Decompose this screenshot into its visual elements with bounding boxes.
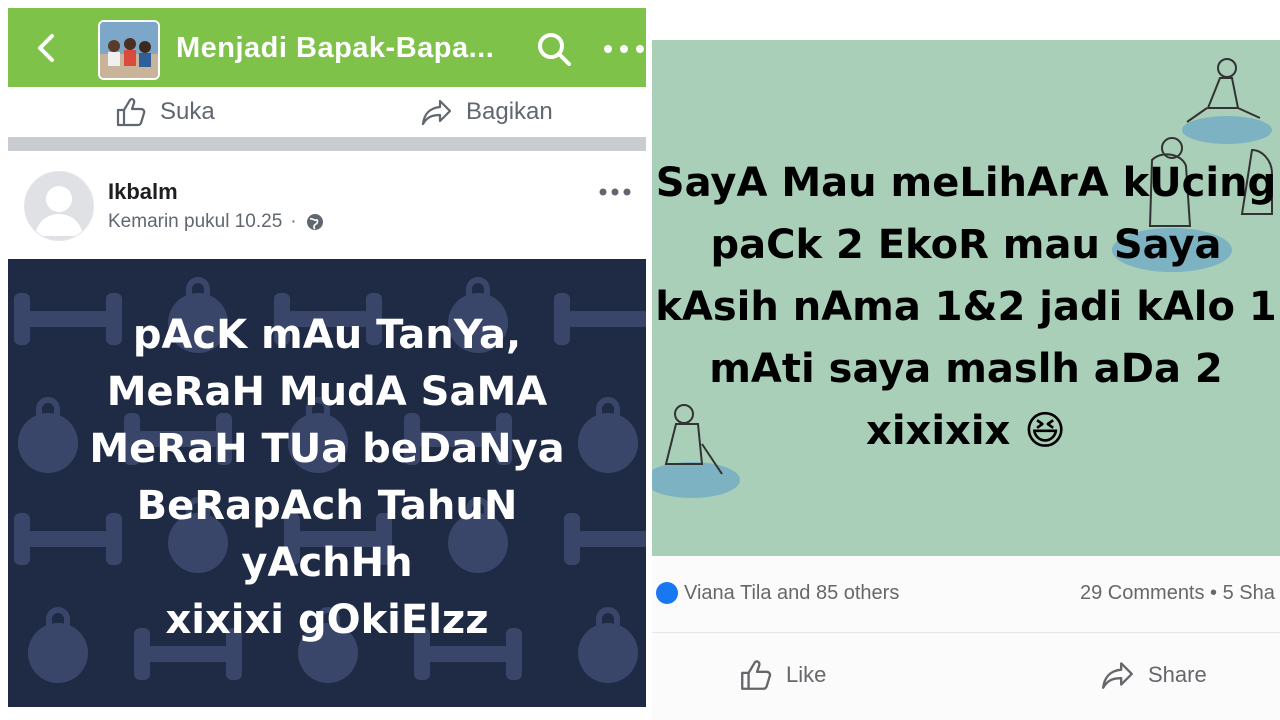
post-time[interactable]: Kemarin pukul 10.25	[108, 211, 282, 233]
top-strip	[652, 0, 1280, 40]
post-header: Ikbalm Kemarin pukul 10.25 ·	[8, 151, 646, 259]
feed-separator	[8, 137, 646, 151]
left-screenshot: Menjadi Bapak-Bapa... Suka Bagikan Ikbal…	[0, 0, 652, 720]
meta-separator: ·	[290, 211, 297, 232]
share-button[interactable]: Bagikan	[420, 95, 553, 129]
group-photo-icon	[100, 22, 158, 78]
status-background-card: pAcK mAu TanYa, MeRaH MudA SaMA MeRaH TU…	[8, 259, 646, 707]
like-button[interactable]: Suka	[114, 95, 215, 129]
reaction-names[interactable]: Viana Tila and 85 others	[684, 582, 899, 605]
post-actions-row: Suka Bagikan	[8, 87, 646, 137]
right-screenshot: SayA Mau meLihArA kUcing paCk 2 EkoR mau…	[652, 0, 1280, 720]
like-button[interactable]: Like	[738, 655, 826, 695]
status-background-card: SayA Mau meLihArA kUcing paCk 2 EkoR mau…	[652, 40, 1280, 556]
divider	[652, 632, 1280, 633]
status-line: kAsih nAma 1&2 jadi kAlo 1	[655, 284, 1277, 330]
post-more-icon[interactable]	[598, 183, 632, 201]
share-button[interactable]: Share	[1100, 655, 1207, 695]
status-line: yAchHh	[241, 540, 413, 586]
comment-share-counts[interactable]: 29 Comments • 5 Sha	[1080, 582, 1275, 605]
share-arrow-icon	[1102, 662, 1133, 689]
status-line: xixixi gOkiElzz	[165, 597, 489, 643]
default-avatar-icon	[35, 186, 83, 236]
share-label: Bagikan	[466, 98, 553, 125]
post-author[interactable]: Ikbalm	[108, 179, 178, 205]
globe-icon	[306, 214, 323, 230]
like-label: Like	[786, 662, 827, 687]
group-title[interactable]: Menjadi Bapak-Bapa...	[176, 32, 494, 65]
like-reaction-icon	[656, 582, 678, 604]
thumbs-up-icon	[116, 98, 146, 127]
status-line: xixixix 😆	[866, 408, 1066, 454]
like-label: Suka	[160, 98, 215, 125]
search-icon[interactable]	[535, 30, 573, 68]
share-label: Share	[1148, 662, 1207, 687]
status-line: SayA Mau meLihArA kUcing	[655, 160, 1277, 206]
reactions-bar: Viana Tila and 85 others 29 Comments • 5…	[652, 572, 1280, 616]
share-arrow-icon	[421, 99, 452, 126]
avatar[interactable]	[24, 171, 94, 241]
status-text: SayA Mau meLihArA kUcing paCk 2 EkoR mau…	[652, 152, 1280, 462]
status-line: pAcK mAu TanYa,	[132, 312, 522, 358]
more-options-icon[interactable]	[602, 38, 646, 60]
status-line: BeRapAch TahuN	[136, 483, 518, 529]
status-line: mAti saya maslh aDa 2	[709, 346, 1223, 392]
status-line: paCk 2 EkoR mau Saya	[710, 222, 1222, 268]
status-line: MeRaH MudA SaMA	[106, 369, 548, 415]
status-text: pAcK mAu TanYa, MeRaH MudA SaMA MeRaH TU…	[8, 307, 646, 649]
group-header-bar: Menjadi Bapak-Bapa...	[8, 8, 646, 87]
group-thumbnail[interactable]	[98, 20, 160, 80]
status-line: MeRaH TUa beDaNya	[89, 426, 565, 472]
thumbs-up-icon	[741, 660, 772, 690]
post-meta: Kemarin pukul 10.25 ·	[108, 211, 325, 233]
back-arrow-icon[interactable]	[28, 30, 64, 66]
